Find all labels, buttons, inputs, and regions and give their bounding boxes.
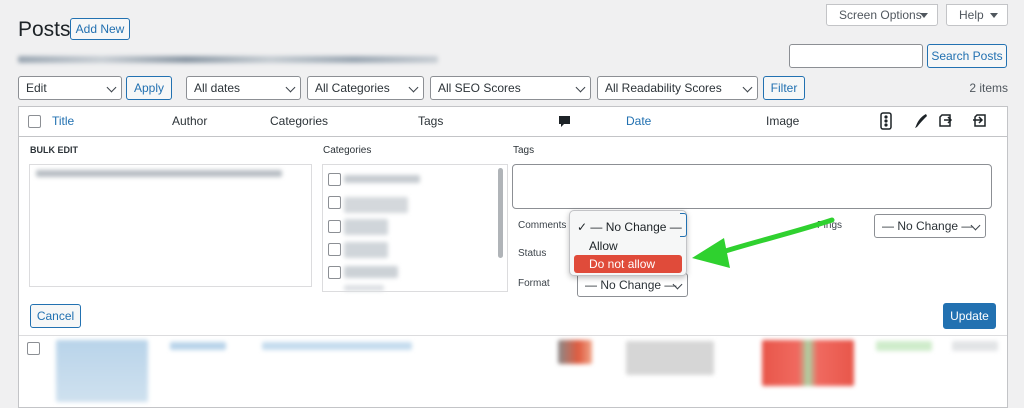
seo-score-value: All SEO Scores [438, 81, 521, 95]
bulk-edit-heading: BULK EDIT [30, 145, 78, 155]
caret-down-icon [990, 13, 998, 18]
dates-select[interactable]: All dates [186, 76, 301, 100]
format-select[interactable]: — No Change — [577, 273, 688, 297]
pen-icon[interactable] [914, 113, 928, 132]
category-checkbox[interactable] [328, 173, 341, 186]
search-input[interactable] [789, 44, 923, 68]
update-button[interactable]: Update [943, 303, 996, 329]
post-author [170, 342, 226, 350]
category-label [344, 197, 408, 213]
post-links [952, 341, 998, 351]
caret-down-icon [920, 13, 928, 18]
chevron-down-icon [575, 82, 586, 93]
column-author: Author [172, 114, 208, 128]
checkmark-icon: ✓ [577, 220, 588, 234]
comments-option-no-change[interactable]: ✓ — No Change — [577, 220, 682, 234]
screen-options-label: Screen Options [839, 8, 922, 22]
traffic-light-icon[interactable] [880, 112, 892, 133]
comment-icon[interactable] [558, 115, 571, 131]
header-divider [19, 136, 1007, 137]
tags-textarea[interactable] [512, 164, 992, 209]
dates-value: All dates [194, 81, 241, 95]
post-seo-score [876, 341, 932, 351]
help-button[interactable]: Help [946, 4, 1008, 26]
categories-select[interactable]: All Categories [307, 76, 424, 100]
screen-options-button[interactable]: Screen Options [826, 4, 938, 26]
comments-option-label: Do not allow [589, 257, 656, 271]
format-value: — No Change — [585, 278, 677, 292]
format-label: Format [518, 278, 550, 289]
comments-option-allow[interactable]: Allow [589, 239, 618, 253]
category-checkbox[interactable] [328, 196, 341, 209]
column-categories: Categories [270, 114, 329, 128]
category-checkbox[interactable] [328, 220, 341, 233]
seo-score-select[interactable]: All SEO Scores [430, 76, 591, 100]
categories-value: All Categories [315, 81, 390, 95]
bulk-action-value: Edit [26, 81, 47, 95]
status-filter-links [18, 56, 438, 63]
rows-divider [19, 335, 1007, 336]
filter-button[interactable]: Filter [763, 76, 805, 100]
category-checkbox[interactable] [328, 266, 341, 279]
bulk-edit-titles-list[interactable] [29, 164, 312, 287]
bulk-action-select[interactable]: Edit [18, 76, 122, 100]
readability-select[interactable]: All Readability Scores [597, 76, 758, 100]
categories-label: Categories [323, 145, 372, 156]
category-checkbox[interactable] [328, 243, 341, 256]
chevron-down-icon [408, 82, 419, 93]
column-image: Image [766, 114, 800, 128]
status-label: Status [518, 248, 547, 259]
annotation-arrow [692, 217, 835, 268]
tags-label: Tags [513, 145, 535, 156]
post-categories [262, 342, 412, 350]
row-checkbox[interactable] [27, 342, 40, 355]
incoming-links-icon[interactable] [972, 111, 990, 132]
comments-option-label: — No Change — [590, 220, 682, 234]
category-label [344, 266, 398, 278]
chevron-down-icon [106, 82, 117, 93]
pings-value: — No Change — [882, 219, 974, 233]
chevron-down-icon [285, 82, 296, 93]
post-title [56, 340, 148, 402]
chevron-down-icon [742, 82, 753, 93]
column-date[interactable]: Date [626, 114, 651, 128]
post-image [762, 340, 854, 386]
add-new-button[interactable]: Add New [70, 18, 130, 40]
search-posts-button[interactable]: Search Posts [927, 44, 1007, 68]
help-label: Help [959, 8, 984, 22]
comments-option-do-not-allow[interactable]: Do not allow [574, 255, 682, 273]
comments-label: Comments [518, 220, 567, 231]
bulk-edit-title-item [36, 170, 282, 177]
select-all-checkbox[interactable] [28, 115, 41, 128]
column-title[interactable]: Title [52, 114, 74, 128]
category-label [344, 285, 384, 291]
items-count: 2 items [969, 81, 1008, 95]
category-label [344, 242, 388, 258]
apply-button[interactable]: Apply [126, 76, 172, 100]
outgoing-links-icon[interactable] [937, 111, 955, 132]
category-label [344, 175, 420, 183]
pings-select[interactable]: — No Change — [874, 214, 986, 238]
column-tags: Tags [418, 114, 444, 128]
page-title: Posts [18, 18, 71, 41]
cancel-button[interactable]: Cancel [30, 304, 81, 328]
post-comments [558, 340, 592, 364]
readability-value: All Readability Scores [605, 81, 722, 95]
category-label [344, 219, 388, 235]
post-date [626, 341, 714, 375]
categories-scrollbar[interactable] [498, 168, 503, 258]
